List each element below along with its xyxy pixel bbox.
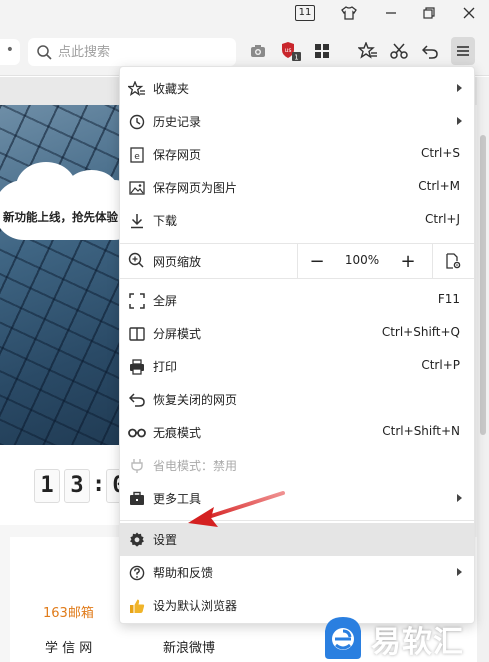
favorites-star-icon <box>128 80 146 98</box>
menu-item-incognito[interactable]: 无痕模式 Ctrl+Shift+N <box>120 416 474 449</box>
split-screen-icon <box>128 325 146 343</box>
zoom-out-button[interactable]: − <box>306 250 328 272</box>
thumbs-up-icon <box>128 597 146 615</box>
menu-item-fullscreen[interactable]: 全屏 F11 <box>120 284 474 317</box>
clock-digit: 3 <box>64 469 90 503</box>
submenu-arrow-icon <box>457 84 462 92</box>
camera-icon[interactable] <box>247 40 269 62</box>
settings-gear-icon <box>128 531 146 549</box>
menu-item-shortcut: Ctrl+P <box>421 358 460 372</box>
zoom-icon <box>128 252 144 271</box>
menu-item-shortcut: F11 <box>437 292 460 306</box>
menu-item-label: 全屏 <box>153 294 178 308</box>
save-page-icon: e <box>128 146 146 164</box>
svg-text:us: us <box>285 47 292 54</box>
toolbox-icon <box>128 490 146 508</box>
zoom-value: 100% <box>344 253 380 267</box>
menu-item-label: 历史记录 <box>153 115 202 129</box>
new-feature-banner-text[interactable]: 新功能上线，抢先体验 <box>3 209 133 225</box>
link-163-mail[interactable]: 163邮箱 <box>43 602 94 621</box>
save-image-icon <box>128 179 146 197</box>
menu-item-label: 保存网页为图片 <box>153 181 238 195</box>
close-icon[interactable] <box>458 3 480 23</box>
clock-colon: : <box>92 472 106 497</box>
restore-tab-icon <box>128 391 146 409</box>
menu-item-history[interactable]: 历史记录 <box>120 105 474 138</box>
shield-badge-count: 1 <box>294 54 298 62</box>
tab-count-icon[interactable]: 11 <box>295 5 315 21</box>
svg-text:e: e <box>134 152 140 162</box>
incognito-icon <box>128 424 146 442</box>
watermark: 易软汇 <box>319 615 489 662</box>
menu-item-label: 设置 <box>153 533 178 547</box>
scrollbar-thumb[interactable] <box>480 135 486 435</box>
zoom-divider <box>297 244 298 278</box>
shield-icon[interactable]: us 1 <box>280 40 302 62</box>
search-input[interactable] <box>58 42 228 62</box>
menu-item-shortcut: Ctrl+Shift+N <box>382 424 460 438</box>
search-box[interactable] <box>28 38 236 66</box>
undo-icon[interactable] <box>419 40 441 62</box>
menu-item-label: 分屏模式 <box>153 327 202 341</box>
title-bar: 11 <box>0 0 489 26</box>
submenu-arrow-icon <box>457 117 462 125</box>
submenu-arrow-icon <box>457 494 462 502</box>
link-sina-weibo[interactable]: 新浪微博 <box>163 637 215 656</box>
menu-item-label: 无痕模式 <box>153 426 202 440</box>
power-save-icon <box>128 457 146 475</box>
submenu-arrow-icon <box>457 568 462 576</box>
menu-separator <box>120 520 474 521</box>
menu-item-label: 省电模式：禁用 <box>153 459 238 473</box>
search-icon <box>36 44 52 63</box>
watermark-text: 易软汇 <box>371 625 464 660</box>
link-xuexin[interactable]: 学 信 网 <box>45 637 92 656</box>
menu-item-label: 恢复关闭的网页 <box>153 393 238 407</box>
menu-separator <box>120 278 474 279</box>
watermark-logo-icon <box>325 617 361 659</box>
menu-item-label: 收藏夹 <box>153 82 190 96</box>
menu-item-label: 下载 <box>153 214 178 228</box>
menu-item-label: 帮助和反馈 <box>153 566 214 580</box>
menu-item-label: 打印 <box>153 360 178 374</box>
menu-item-power-save[interactable]: 省电模式：禁用 <box>120 449 474 482</box>
menu-item-restore-closed[interactable]: 恢复关闭的网页 <box>120 383 474 416</box>
menu-item-favorites[interactable]: 收藏夹 <box>120 72 474 105</box>
menu-item-shortcut: Ctrl+M <box>418 179 460 193</box>
menu-item-label: 保存网页 <box>153 148 202 162</box>
menu-item-settings[interactable]: 设置 <box>120 523 474 556</box>
menu-item-label: 更多工具 <box>153 492 202 506</box>
menu-item-save-as-image[interactable]: 保存网页为图片 Ctrl+M <box>120 171 474 204</box>
favorites-star-icon[interactable] <box>357 40 379 62</box>
help-icon <box>128 564 146 582</box>
minimize-icon[interactable] <box>380 3 402 23</box>
history-clock-icon <box>128 113 146 131</box>
clock-digit: 1 <box>34 469 60 503</box>
zoom-label: 网页缩放 <box>153 255 202 269</box>
skin-tshirt-icon[interactable] <box>338 3 360 23</box>
scissors-icon[interactable] <box>388 40 410 62</box>
menu-item-shortcut: Ctrl+S <box>420 146 460 160</box>
zoom-in-button[interactable]: + <box>397 250 419 272</box>
menu-item-more-tools[interactable]: 更多工具 <box>120 482 474 515</box>
zoom-settings-icon[interactable] <box>442 250 464 272</box>
fullscreen-icon <box>128 292 146 310</box>
menu-hamburger-icon[interactable] <box>451 37 475 65</box>
nav-button-partial[interactable]: • <box>0 39 20 65</box>
printer-icon <box>128 358 146 376</box>
menu-item-downloads[interactable]: 下载 Ctrl+J <box>120 204 474 237</box>
page-scrollbar[interactable] <box>477 77 489 662</box>
menu-item-split-screen[interactable]: 分屏模式 Ctrl+Shift+Q <box>120 317 474 350</box>
browser-main-menu: 收藏夹 历史记录 e 保存网页 Ctrl+S 保存网页为图片 Ctrl+M 下载… <box>119 66 475 624</box>
menu-item-label: 设为默认浏览器 <box>153 599 238 613</box>
menu-item-print[interactable]: 打印 Ctrl+P <box>120 350 474 383</box>
menu-item-shortcut: Ctrl+J <box>425 212 460 226</box>
menu-item-zoom: 网页缩放 − 100% + <box>120 244 474 278</box>
menu-item-help-feedback[interactable]: 帮助和反馈 <box>120 556 474 589</box>
restore-icon[interactable] <box>418 3 440 23</box>
menu-item-save-page[interactable]: e 保存网页 Ctrl+S <box>120 138 474 171</box>
menu-item-shortcut: Ctrl+Shift+Q <box>381 325 460 339</box>
zoom-divider <box>432 244 433 278</box>
apps-grid-icon[interactable] <box>311 40 333 62</box>
